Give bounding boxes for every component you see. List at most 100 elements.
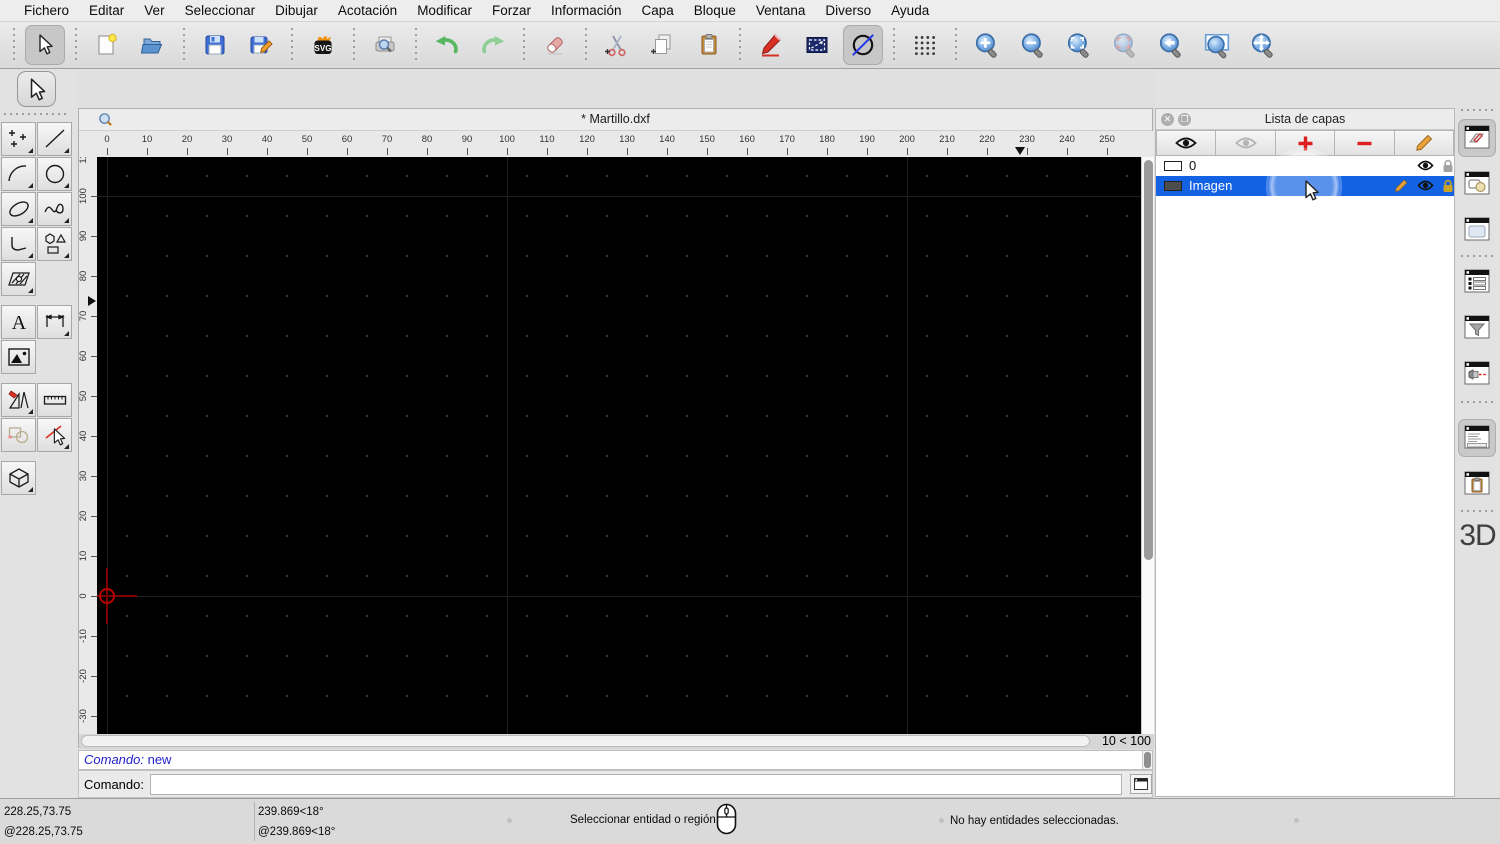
layer-visibility-eye-icon[interactable]: [1417, 159, 1434, 172]
copy-button[interactable]: [643, 25, 683, 65]
panel-layer-list-button[interactable]: [1458, 119, 1496, 157]
print-preview-button[interactable]: [365, 25, 405, 65]
layer-edit-pencil-icon[interactable]: [1394, 179, 1408, 193]
panel-property-list-button[interactable]: [1458, 263, 1496, 301]
save-button[interactable]: [195, 25, 235, 65]
save-as-button[interactable]: [241, 25, 281, 65]
menu-item-forzar[interactable]: Forzar: [482, 3, 541, 18]
toolbar-separator: [523, 28, 525, 62]
command-history-scrollbar[interactable]: [1142, 751, 1152, 769]
tool-3d-box[interactable]: [1, 461, 36, 495]
show-all-layers-button[interactable]: [1156, 130, 1217, 156]
menu-item-modificar[interactable]: Modificar: [407, 3, 482, 18]
toolbar-handle[interactable]: [13, 28, 15, 62]
menu-item-ayuda[interactable]: Ayuda: [881, 3, 939, 18]
dock-handle[interactable]: [1461, 109, 1494, 111]
tool-points[interactable]: [1, 122, 36, 156]
zoom-pan-icon: [1251, 33, 1274, 59]
layer-row-0[interactable]: 0: [1156, 156, 1454, 176]
tool-image[interactable]: [1, 340, 36, 374]
menu-item-ver[interactable]: Ver: [134, 3, 174, 18]
paste-button[interactable]: [689, 25, 729, 65]
layer-lock-icon[interactable]: [1442, 179, 1454, 193]
zoom-window-button[interactable]: [1197, 25, 1237, 65]
zoom-pan-button[interactable]: [1243, 25, 1283, 65]
zoom-back-button[interactable]: [1151, 25, 1191, 65]
select-tool-button[interactable]: [25, 25, 65, 65]
add-layer-button[interactable]: [1274, 130, 1336, 156]
command-history: Comando: new: [78, 750, 1153, 770]
vertical-scrollbar-thumb[interactable]: [1144, 160, 1153, 560]
zoom-auto-button[interactable]: [1059, 25, 1099, 65]
remove-layer-button[interactable]: [1334, 130, 1395, 156]
tool-ellipse[interactable]: [1, 192, 36, 226]
selection-rectangle-button[interactable]: [797, 25, 837, 65]
tool-line[interactable]: [37, 122, 72, 156]
tool-arc[interactable]: [1, 157, 36, 191]
svg-export-button[interactable]: SVG: [303, 25, 343, 65]
menu-item-fichero[interactable]: Fichero: [14, 3, 79, 18]
tool-polygon[interactable]: [37, 227, 72, 261]
menu-item-información[interactable]: Información: [541, 3, 632, 18]
menu-item-acotación[interactable]: Acotación: [328, 3, 407, 18]
zoom-in-button[interactable]: [967, 25, 1007, 65]
ruler-label: -20: [79, 669, 89, 683]
tool-dimension[interactable]: [37, 305, 72, 339]
grid-toggle-button[interactable]: [905, 25, 945, 65]
command-window-button[interactable]: [1130, 774, 1152, 794]
edit-layer-button[interactable]: [1393, 130, 1455, 156]
undo-button[interactable]: [427, 25, 467, 65]
menu-item-dibujar[interactable]: Dibujar: [265, 3, 328, 18]
tool-deselect[interactable]: [37, 418, 72, 452]
zoom-previous-icon: [1113, 33, 1136, 59]
palette-handle[interactable]: [4, 113, 70, 115]
grid-axis-y: [107, 157, 108, 734]
horizontal-scrollbar-thumb[interactable]: [81, 735, 1090, 747]
zoom-previous-button[interactable]: [1105, 25, 1145, 65]
menu-item-bloque[interactable]: Bloque: [684, 3, 746, 18]
status-dot: [1294, 818, 1299, 823]
tool-info[interactable]: [1, 418, 36, 452]
layer-lock-icon[interactable]: [1442, 159, 1454, 173]
tool-text[interactable]: A: [1, 305, 36, 339]
tool-measure[interactable]: [37, 383, 72, 417]
hide-all-layers-button[interactable]: [1215, 130, 1276, 156]
panel-laser-button[interactable]: [1458, 355, 1496, 393]
tool-modify[interactable]: [1, 383, 36, 417]
panel-clipboard-button[interactable]: [1458, 465, 1496, 503]
grid-line-200: [907, 157, 908, 734]
panel-selection-filter-button[interactable]: [1458, 309, 1496, 347]
menu-item-seleccionar[interactable]: Seleccionar: [175, 3, 266, 18]
cut-button[interactable]: [597, 25, 637, 65]
tool-hatch[interactable]: [1, 262, 36, 296]
panel-command-line-button[interactable]: [1458, 419, 1496, 457]
tool-polyline[interactable]: [1, 227, 36, 261]
circle-slash-button[interactable]: [843, 25, 883, 65]
panel-block-list-button[interactable]: [1458, 165, 1496, 203]
menu-item-ventana[interactable]: Ventana: [746, 3, 816, 18]
tool-options-select-button[interactable]: [17, 71, 56, 107]
command-input[interactable]: [149, 773, 1123, 795]
grid-axis-x: [97, 596, 1141, 597]
menu-item-capa[interactable]: Capa: [632, 3, 684, 18]
delete-button[interactable]: [535, 25, 575, 65]
layer-panel-titlebar[interactable]: ✕ ❐ Lista de capas: [1156, 109, 1454, 130]
layer-visibility-eye-icon[interactable]: [1417, 179, 1434, 192]
menu-item-editar[interactable]: Editar: [79, 3, 134, 18]
panel-library-browser-button[interactable]: [1458, 211, 1496, 249]
menu-item-diverso[interactable]: Diverso: [815, 3, 881, 18]
open-file-button[interactable]: [133, 25, 173, 65]
zoom-out-button[interactable]: [1013, 25, 1053, 65]
drawing-canvas[interactable]: [97, 157, 1141, 734]
vertical-scrollbar[interactable]: [1141, 157, 1154, 734]
command-history-scrollbar-thumb[interactable]: [1144, 752, 1151, 768]
horizontal-scrollbar[interactable]: [79, 734, 1094, 749]
tool-circle[interactable]: [37, 157, 72, 191]
panel-3d-label[interactable]: 3D: [1455, 519, 1500, 553]
tool-spline[interactable]: [37, 192, 72, 226]
layer-panel-title: Lista de capas: [1264, 112, 1346, 126]
pen-edit-button[interactable]: [751, 25, 791, 65]
redo-button[interactable]: [473, 25, 513, 65]
document-titlebar[interactable]: * Martillo.dxf: [79, 109, 1152, 131]
new-file-button[interactable]: [87, 25, 127, 65]
